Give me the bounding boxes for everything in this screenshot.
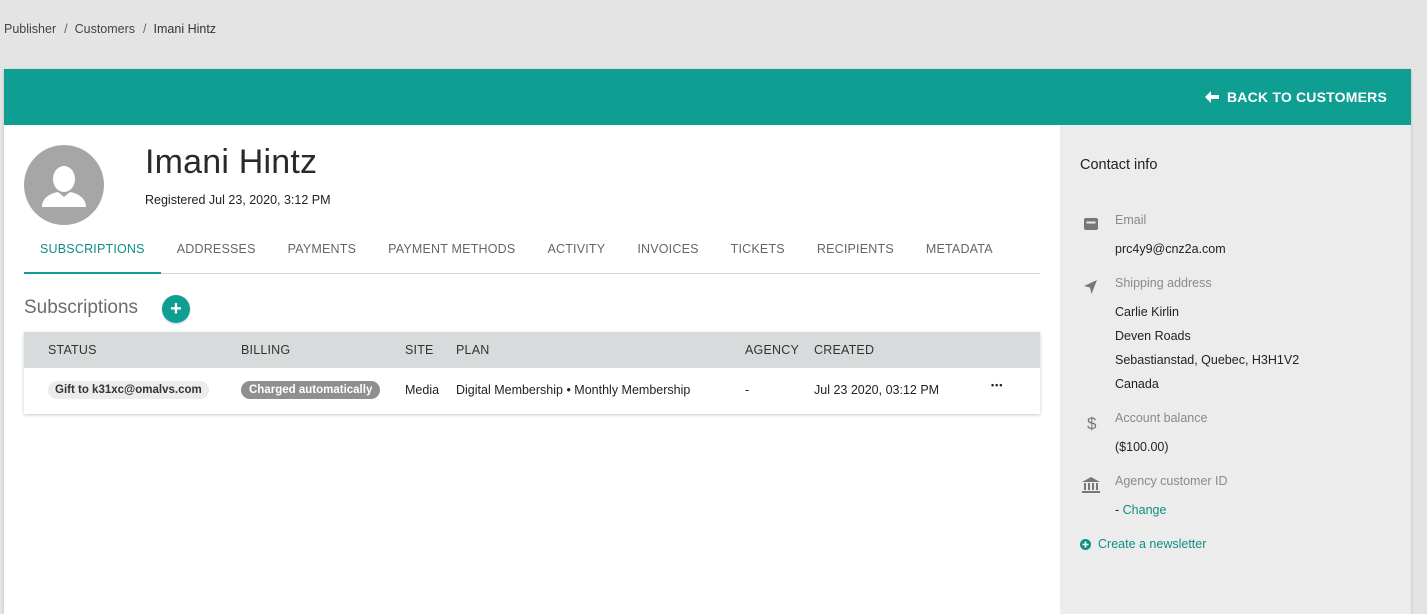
create-newsletter-link[interactable]: Create a newsletter [1080,537,1206,551]
more-options-icon[interactable]: ••• [991,380,1003,390]
tab-invoices[interactable]: INVOICES [621,229,714,274]
agency-customer-id-block: Agency customer ID - Change [1080,474,1380,522]
status-badge: Gift to k31xc@omalvs.com [48,381,209,399]
agency-cell: - [745,383,750,397]
contact-sidebar: Contact info Email prc4y9@cnz2a.com Ship… [1060,125,1411,614]
column-created: CREATED [814,343,875,357]
address-line: Sebastianstad, Quebec, H3H1V2 [1115,353,1300,367]
tab-metadata[interactable]: METADATA [910,229,1009,274]
breadcrumb-separator: / [64,22,68,36]
breadcrumb-current: Imani Hintz [153,22,217,36]
site-cell: Media [405,383,440,397]
table-header: STATUS BILLING SITE PLAN AGENCY CREATED [24,332,1040,368]
customer-tabs: SUBSCRIPTIONS ADDRESSES PAYMENTS PAYMENT… [24,229,1040,274]
dollar-icon: $ [1087,414,1097,433]
email-label: Email [1115,213,1147,227]
tab-payment-methods[interactable]: PAYMENT METHODS [372,229,531,274]
plan-cell: Digital Membership • Monthly Membership [456,383,691,397]
back-to-customers-button[interactable]: BACK TO CUSTOMERS [1204,89,1387,105]
breadcrumb-separator: / [143,22,147,36]
shipping-address-value: Carlie Kirlin Deven Roads Sebastianstad,… [1115,300,1299,396]
agency-customer-id-value: - Change [1115,498,1166,522]
column-agency: AGENCY [745,343,799,357]
customer-name: Imani Hintz [145,143,318,181]
billing-badge: Charged automatically [241,381,381,399]
tab-addresses[interactable]: ADDRESSES [161,229,272,274]
arrow-left-icon [1204,91,1219,103]
column-billing: BILLING [241,343,291,357]
email-value: prc4y9@cnz2a.com [1115,242,1226,256]
tab-subscriptions[interactable]: SUBSCRIPTIONS [24,229,161,274]
column-site: SITE [405,343,434,357]
agency-customer-id-label: Agency customer ID [1115,474,1228,488]
back-to-customers-label: BACK TO CUSTOMERS [1226,89,1387,105]
address-line: Deven Roads [1115,329,1191,343]
bank-icon [1082,477,1100,493]
breadcrumb-publisher[interactable]: Publisher [4,22,56,36]
shipping-address-label: Shipping address [1115,276,1212,290]
main-panel: Imani Hintz Registered Jul 23, 2020, 3:1… [4,125,1060,614]
column-plan: PLAN [456,343,490,357]
subscriptions-table: STATUS BILLING SITE PLAN AGENCY CREATED … [24,332,1040,414]
person-silhouette-icon [42,166,86,207]
account-balance-block: $ Account balance ($100.00) [1080,411,1380,459]
address-line: Carlie Kirlin [1115,305,1179,319]
customer-card: BACK TO CUSTOMERS Imani Hintz Registered… [4,69,1411,614]
table-row[interactable]: Gift to k31xc@omalvs.com Charged automat… [24,368,1040,414]
tab-payments[interactable]: PAYMENTS [272,229,373,274]
created-cell: Jul 23 2020, 03:12 PM [814,383,940,397]
email-icon [1084,218,1098,230]
registered-date: Registered Jul 23, 2020, 3:12 PM [145,193,331,207]
add-subscription-button[interactable]: + [162,295,190,323]
tab-recipients[interactable]: RECIPIENTS [801,229,910,274]
column-status: STATUS [48,343,97,357]
location-arrow-icon [1084,280,1097,294]
breadcrumb-customers[interactable]: Customers [75,22,135,36]
agency-id-prefix: - [1115,503,1123,517]
account-balance-label: Account balance [1115,411,1208,425]
avatar [24,145,104,225]
tab-tickets[interactable]: TICKETS [715,229,801,274]
tab-activity[interactable]: ACTIVITY [531,229,621,274]
change-agency-id-link[interactable]: Change [1123,503,1167,517]
email-block: Email prc4y9@cnz2a.com [1080,213,1380,261]
account-balance-value: ($100.00) [1115,440,1169,454]
shipping-address-block: Shipping address Carlie Kirlin Deven Roa… [1080,276,1380,391]
contact-info-title: Contact info [1080,157,1158,173]
svg-text:$: $ [1087,414,1097,433]
card-header-bar: BACK TO CUSTOMERS [4,69,1411,125]
address-line: Canada [1115,377,1159,391]
plus-circle-icon [1080,538,1091,550]
breadcrumb: Publisher / Customers / Imani Hintz [4,22,216,36]
create-newsletter-label: Create a newsletter [1098,537,1207,551]
subscriptions-title: Subscriptions [24,297,139,318]
